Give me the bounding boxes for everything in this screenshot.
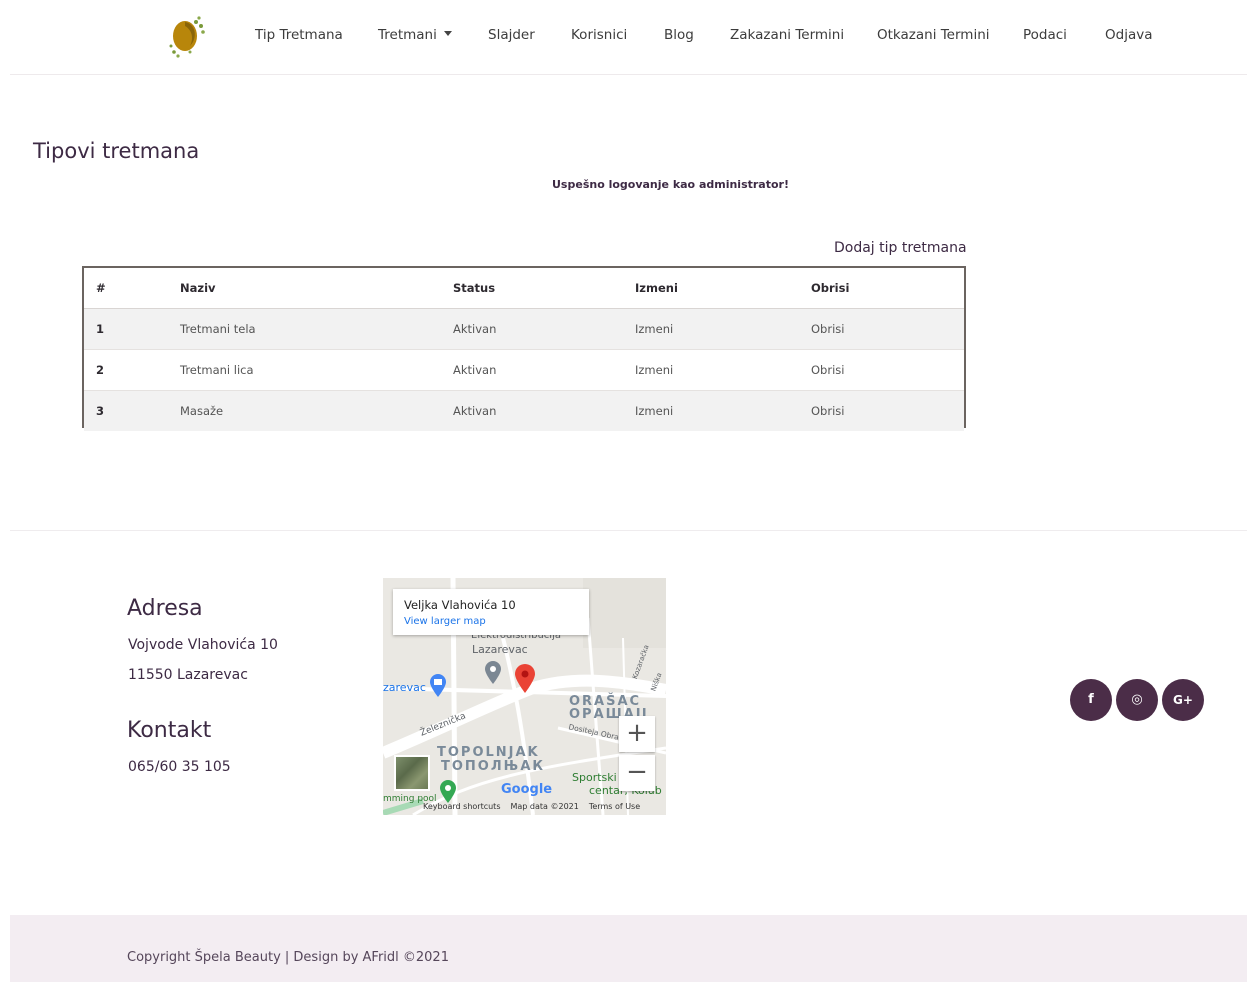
facebook-icon[interactable]: f [1070, 679, 1112, 721]
caret-down-icon [443, 30, 452, 36]
nav-slajder[interactable]: Slajder [488, 27, 535, 43]
column-header-status: Status [453, 268, 635, 309]
flash-message: Uspešno logovanje kao administrator! [552, 178, 789, 191]
satellite-view-thumbnail[interactable] [394, 755, 430, 791]
view-larger-map-link[interactable]: View larger map [404, 616, 486, 627]
map-data-text: Map data ©2021 [510, 802, 579, 811]
navbar: Tip Tretmana Tretmani Slajder Korisnici … [10, 0, 1247, 75]
row-number: 2 [84, 349, 180, 391]
logo-icon[interactable] [166, 12, 212, 60]
nav-blog[interactable]: Blog [664, 27, 694, 43]
nav-tip-tretmana[interactable]: Tip Tretmana [255, 27, 343, 43]
location-pin-icon[interactable] [514, 664, 536, 694]
row-delete-link[interactable]: Obrisi [811, 349, 964, 391]
map-label-zarevac: zarevac [383, 681, 426, 694]
map-label-topolnjak: TOPOLNJAK [437, 745, 540, 760]
nav-zakazani-termini[interactable]: Zakazani Termini [730, 27, 844, 43]
table-row: 3 Masaže Aktivan Izmeni Obrisi [84, 390, 964, 431]
treatment-types-table: # Naziv Status Izmeni Obrisi 1 Tretmani … [82, 266, 966, 431]
row-number: 3 [84, 390, 180, 431]
map-info-card: Veljka Vlahovića 10 View larger map [393, 589, 589, 635]
column-header-number: # [84, 268, 180, 309]
map-label-sportski: Sportski [572, 771, 617, 784]
row-status: Aktivan [453, 390, 635, 431]
row-delete-link[interactable]: Obrisi [811, 308, 964, 350]
section-divider [10, 530, 1247, 531]
table-row: 1 Tretmani tela Aktivan Izmeni Obrisi [84, 308, 964, 350]
column-header-delete: Obrisi [811, 268, 964, 309]
google-plus-icon[interactable]: G+ [1162, 679, 1204, 721]
nav-tretmani-dropdown[interactable]: Tretmani [378, 27, 452, 43]
column-header-edit: Izmeni [635, 268, 811, 309]
keyboard-shortcuts-link[interactable]: Keyboard shortcuts [423, 802, 500, 811]
phone-number: 065/60 35 105 [128, 759, 231, 775]
row-edit-link[interactable]: Izmeni [635, 308, 811, 350]
nav-podaci[interactable]: Podaci [1023, 27, 1067, 43]
nav-otkazani-termini[interactable]: Otkazani Termini [877, 27, 990, 43]
google-logo: Google [501, 782, 553, 797]
row-number: 1 [84, 308, 180, 350]
shopping-pin-icon [430, 674, 446, 697]
contact-heading: Kontakt [127, 718, 212, 743]
address-heading: Adresa [127, 596, 203, 621]
row-edit-link[interactable]: Izmeni [635, 390, 811, 431]
nav-tretmani-label: Tretmani [378, 27, 437, 43]
row-edit-link[interactable]: Izmeni [635, 349, 811, 391]
row-name: Tretmani tela [180, 308, 453, 350]
park-pin-icon [440, 780, 456, 803]
poi-pin-icon [485, 661, 501, 684]
copyright-bar: Copyright Špela Beauty | Design by AFrid… [10, 915, 1247, 982]
zoom-out-button[interactable]: − [619, 755, 655, 791]
row-name: Masaže [180, 390, 453, 431]
table-row: 2 Tretmani lica Aktivan Izmeni Obrisi [84, 349, 964, 391]
instagram-icon[interactable]: ◎ [1116, 679, 1158, 721]
table-header-row: # Naziv Status Izmeni Obrisi [84, 268, 964, 309]
add-treatment-type-link[interactable]: Dodaj tip tretmana [834, 240, 967, 256]
google-map[interactable]: Elektrodistribucija Lazarevac zarevac OR… [383, 578, 666, 815]
zoom-in-button[interactable]: + [619, 716, 655, 752]
map-place-title: Veljka Vlahovića 10 [404, 598, 516, 612]
map-attribution: Keyboard shortcuts Map data ©2021 Terms of… [423, 802, 650, 811]
terms-of-use-link[interactable]: Terms of Use [589, 802, 640, 811]
row-status: Aktivan [453, 308, 635, 350]
column-header-name: Naziv [180, 268, 453, 309]
nav-odjava[interactable]: Odjava [1105, 27, 1152, 43]
row-delete-link[interactable]: Obrisi [811, 390, 964, 431]
nav-korisnici[interactable]: Korisnici [571, 27, 627, 43]
map-label-topolnjak-cyr: ТОПОЛЊАК [441, 759, 546, 774]
map-label-lazarevac: Lazarevac [472, 643, 528, 656]
address-line-1: Vojvode Vlahovića 10 [128, 637, 278, 653]
row-name: Tretmani lica [180, 349, 453, 391]
page-title: Tipovi tretmana [33, 139, 200, 163]
copyright-text: Copyright Špela Beauty | Design by AFrid… [127, 950, 449, 965]
row-status: Aktivan [453, 349, 635, 391]
address-line-2: 11550 Lazarevac [128, 667, 248, 683]
